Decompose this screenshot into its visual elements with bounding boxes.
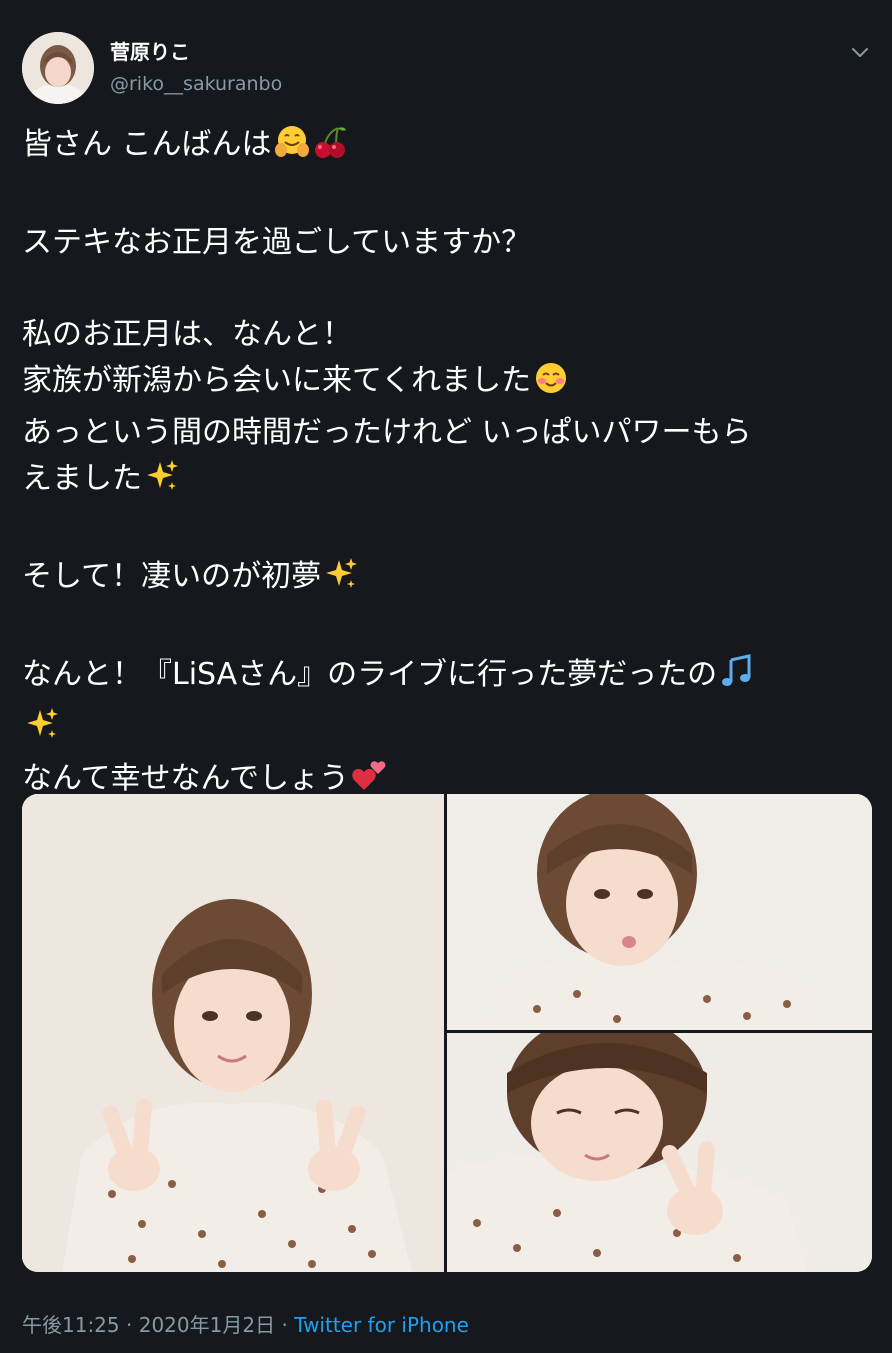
tweet-card: 菅原りこ @riko__sakuranbo 皆さん こんばんはステキなお正月を過… [0, 0, 892, 1353]
tweet-text: 皆さん こんばんはステキなお正月を過ごしていますか？ 私のお正月は、なんと！ 家族が… [22, 122, 872, 808]
chevron-down-icon[interactable] [846, 38, 874, 66]
hugging-face-icon [274, 124, 310, 174]
tweet-line: そして！凄いのが初夢 [22, 554, 872, 606]
tweet-line [22, 174, 872, 220]
avatar[interactable] [22, 32, 94, 104]
cherries-icon [312, 124, 348, 174]
photo-1[interactable] [22, 794, 444, 1272]
tweet-line-text: 皆さん こんばんは [22, 127, 272, 162]
tweet-line: 家族が新潟から会いに来てくれました [22, 358, 872, 410]
meta-separator: · [281, 1313, 288, 1337]
tweet-date[interactable]: 2020年1月2日 [139, 1313, 275, 1337]
tweet-line [22, 508, 872, 554]
tweet-line-text: そして！凄いのが初夢 [22, 559, 322, 594]
tweet-line: あっという間の時間だったけれど いっぱいパワーもら [22, 410, 872, 456]
tweet-line-text: なんて幸せなんでしょう [22, 761, 349, 796]
smiling-blush-face-icon [533, 360, 569, 410]
sparkles-icon [24, 706, 60, 756]
photo-2[interactable] [447, 794, 872, 1030]
tweet-line: 皆さん こんばんは [22, 122, 872, 174]
tweet-line [22, 266, 872, 312]
tweet-line: なんと！『LiSAさん』のライブに行った夢だったの [22, 652, 872, 704]
tweet-line: 私のお正月は、なんと！ [22, 312, 872, 358]
sparkles-icon [144, 458, 180, 508]
meta-separator: · [126, 1313, 133, 1337]
tweet-line: ステキなお正月を過ごしていますか？ [22, 220, 872, 266]
tweet-time[interactable]: 午後11:25 [22, 1313, 120, 1337]
tweet-meta: 午後11:25 · 2020年1月2日 · Twitter for iPhone [22, 1310, 469, 1340]
tweet-line-text: 私のお正月は、なんと！ [22, 317, 352, 352]
tweet-line-text: えました [22, 461, 142, 496]
tweet-line: えました [22, 456, 872, 508]
tweet-line-text: あっという間の時間だったけれど いっぱいパワーもら [22, 415, 752, 450]
musical-notes-icon [719, 654, 755, 704]
tweet-line-text: なんと！『LiSAさん』のライブに行った夢だったの [22, 657, 718, 692]
tweet-line-text: 家族が新潟から会いに来てくれました [22, 363, 532, 398]
author-name[interactable]: 菅原りこ [110, 40, 190, 64]
tweet-line [22, 606, 872, 652]
tweet-line [22, 704, 872, 756]
sparkles-icon [323, 556, 359, 606]
photo-3[interactable] [447, 1033, 872, 1272]
author-handle[interactable]: @riko__sakuranbo [110, 72, 282, 96]
media-grid [22, 794, 872, 1272]
tweet-line-text: ステキなお正月を過ごしていますか？ [22, 225, 532, 260]
tweet-source-link[interactable]: Twitter for iPhone [294, 1313, 469, 1337]
